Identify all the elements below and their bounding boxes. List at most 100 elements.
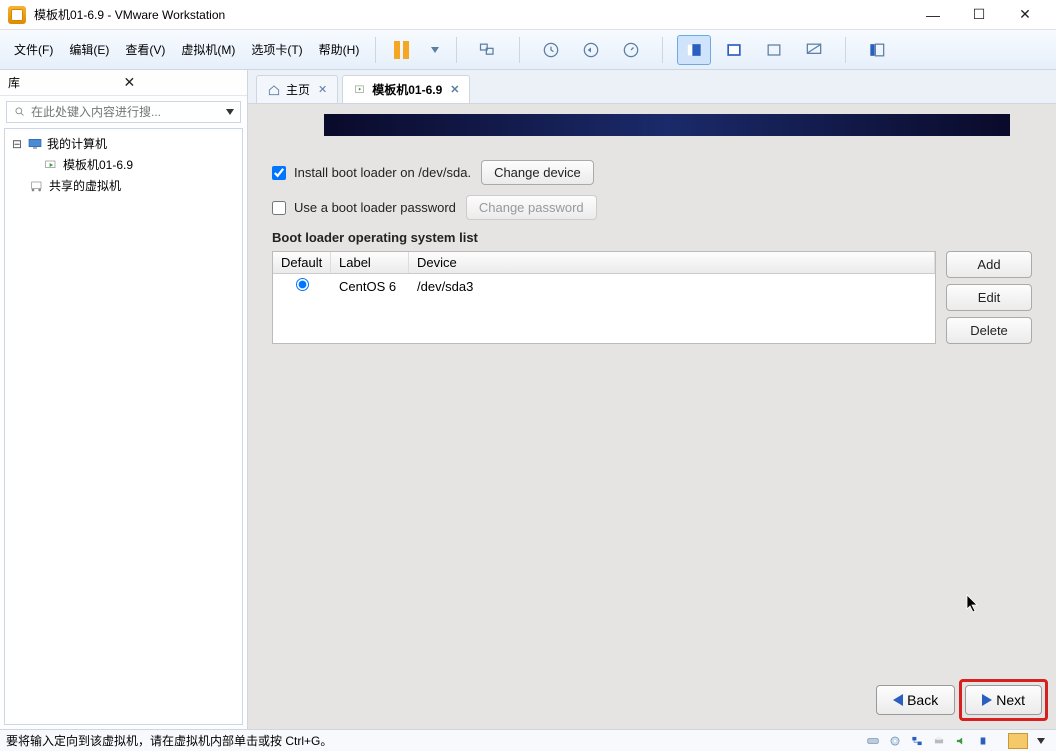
send-ctrl-alt-del-button[interactable] — [471, 35, 505, 65]
col-header-default[interactable]: Default — [273, 252, 331, 273]
usb-icon[interactable] — [974, 733, 992, 749]
shared-icon — [29, 178, 45, 194]
next-label: Next — [996, 692, 1025, 708]
os-list-section-label: Boot loader operating system list — [272, 230, 1032, 245]
menu-tabs[interactable]: 选项卡(T) — [243, 36, 310, 63]
console-view-button[interactable] — [797, 35, 831, 65]
tree-collapse-icon[interactable]: ⊟ — [11, 137, 23, 151]
message-log-button[interactable] — [1008, 733, 1028, 749]
menu-vm[interactable]: 虚拟机(M) — [173, 36, 243, 63]
tree-item-label: 模板机01-6.9 — [63, 156, 133, 173]
snapshot-button[interactable] — [534, 35, 568, 65]
arrow-left-icon — [893, 694, 903, 706]
menu-edit[interactable]: 编辑(E) — [61, 36, 117, 63]
use-password-label: Use a boot loader password — [294, 200, 456, 215]
tab-close-button[interactable]: ✕ — [318, 83, 327, 96]
os-list-table: Default Label Device CentOS 6 /dev/sda3 — [272, 251, 936, 344]
tray-dropdown-arrow-icon[interactable] — [1032, 733, 1050, 749]
power-dropdown[interactable] — [424, 35, 442, 65]
tree-item-vm[interactable]: 模板机01-6.9 — [11, 154, 236, 175]
row-label: CentOS 6 — [331, 275, 409, 298]
back-button[interactable]: Back — [876, 685, 955, 715]
harddisk-icon[interactable] — [864, 733, 882, 749]
minimize-button[interactable]: — — [910, 1, 956, 29]
clock-manage-icon — [621, 40, 641, 60]
tab-label: 模板机01-6.9 — [372, 81, 442, 98]
vm-console[interactable]: Install boot loader on /dev/sda. Change … — [248, 104, 1056, 729]
statusbar: 要将输入定向到该虚拟机，请在虚拟机内部单击或按 Ctrl+G。 — [0, 729, 1056, 751]
install-bootloader-label: Install boot loader on /dev/sda. — [294, 165, 471, 180]
maximize-button[interactable]: ☐ — [956, 1, 1002, 29]
window-title: 模板机01-6.9 - VMware Workstation — [34, 6, 910, 23]
vm-icon — [43, 157, 59, 173]
console-icon — [804, 40, 824, 60]
menu-help[interactable]: 帮助(H) — [311, 36, 368, 63]
installer-header-strip — [324, 114, 1010, 136]
tree-root-label: 我的计算机 — [47, 135, 107, 152]
clock-back-icon — [581, 40, 601, 60]
sidebar-icon — [867, 40, 887, 60]
content-area: 主页 ✕ 模板机01-6.9 ✕ Install boot loader on … — [248, 70, 1056, 729]
back-label: Back — [907, 692, 938, 708]
next-button[interactable]: Next — [965, 685, 1042, 715]
cdrom-icon[interactable] — [886, 733, 904, 749]
unity-button[interactable] — [757, 35, 791, 65]
dropdown-arrow-icon — [431, 47, 439, 53]
change-device-button[interactable]: Change device — [481, 160, 594, 185]
manage-snapshots-button[interactable] — [614, 35, 648, 65]
change-password-button: Change password — [466, 195, 597, 220]
menu-file[interactable]: 文件(F) — [6, 36, 61, 63]
status-tray — [864, 733, 1050, 749]
add-button[interactable]: Add — [946, 251, 1032, 278]
close-button[interactable]: ✕ — [1002, 1, 1048, 29]
prev-snapshot-button[interactable] — [574, 35, 608, 65]
window-controls: — ☐ ✕ — [910, 1, 1048, 29]
toolbar-separator — [662, 37, 663, 63]
default-os-radio[interactable] — [296, 278, 309, 291]
vm-play-icon — [353, 83, 367, 97]
toolbar-separator — [375, 37, 376, 63]
col-header-label[interactable]: Label — [331, 252, 409, 273]
stretch-guest-button[interactable] — [860, 35, 894, 65]
computer-icon — [27, 136, 43, 152]
tree-item-shared-vms[interactable]: 共享的虚拟机 — [11, 175, 236, 196]
col-header-device[interactable]: Device — [409, 252, 935, 273]
sound-icon[interactable] — [952, 733, 970, 749]
search-input-wrap[interactable] — [6, 101, 241, 123]
use-password-checkbox[interactable] — [272, 201, 286, 215]
tab-close-button[interactable]: ✕ — [450, 83, 459, 96]
toolbar-separator — [456, 37, 457, 63]
install-bootloader-checkbox[interactable] — [272, 166, 286, 180]
library-tree[interactable]: ⊟ 我的计算机 模板机01-6.9 共享的虚拟机 — [4, 128, 243, 725]
tab-strip: 主页 ✕ 模板机01-6.9 ✕ — [248, 70, 1056, 104]
fullscreen-button[interactable] — [717, 35, 751, 65]
table-row[interactable]: CentOS 6 /dev/sda3 — [273, 274, 935, 298]
quick-switch-button[interactable] — [677, 35, 711, 65]
printer-icon[interactable] — [930, 733, 948, 749]
home-icon — [267, 83, 281, 97]
toolbar-separator — [519, 37, 520, 63]
fullscreen-icon — [724, 40, 744, 60]
library-sidebar: 库 ✕ ⊟ 我的计算机 模板机01-6.9 — [0, 70, 248, 729]
tab-vm-active[interactable]: 模板机01-6.9 ✕ — [342, 75, 470, 103]
menubar: 文件(F) 编辑(E) 查看(V) 虚拟机(M) 选项卡(T) 帮助(H) — [0, 30, 1056, 70]
mouse-cursor-icon — [966, 594, 980, 617]
search-icon — [13, 105, 27, 119]
edit-button[interactable]: Edit — [946, 284, 1032, 311]
status-text: 要将输入定向到该虚拟机，请在虚拟机内部单击或按 Ctrl+G。 — [6, 732, 864, 749]
tab-home[interactable]: 主页 ✕ — [256, 75, 338, 103]
pause-button[interactable] — [384, 35, 418, 65]
search-combo-arrow-icon[interactable] — [226, 109, 234, 115]
tree-root-my-computer[interactable]: ⊟ 我的计算机 — [11, 133, 236, 154]
titlebar: 模板机01-6.9 - VMware Workstation — ☐ ✕ — [0, 0, 1056, 30]
sidebar-close-button[interactable]: ✕ — [124, 74, 240, 91]
arrow-right-icon — [982, 694, 992, 706]
vmware-app-icon — [8, 6, 26, 24]
screens-icon — [478, 40, 498, 60]
menu-view[interactable]: 查看(V) — [117, 36, 173, 63]
network-icon[interactable] — [908, 733, 926, 749]
tree-item-label: 共享的虚拟机 — [49, 177, 121, 194]
search-input[interactable] — [31, 105, 222, 119]
toolbar-separator — [845, 37, 846, 63]
delete-button[interactable]: Delete — [946, 317, 1032, 344]
